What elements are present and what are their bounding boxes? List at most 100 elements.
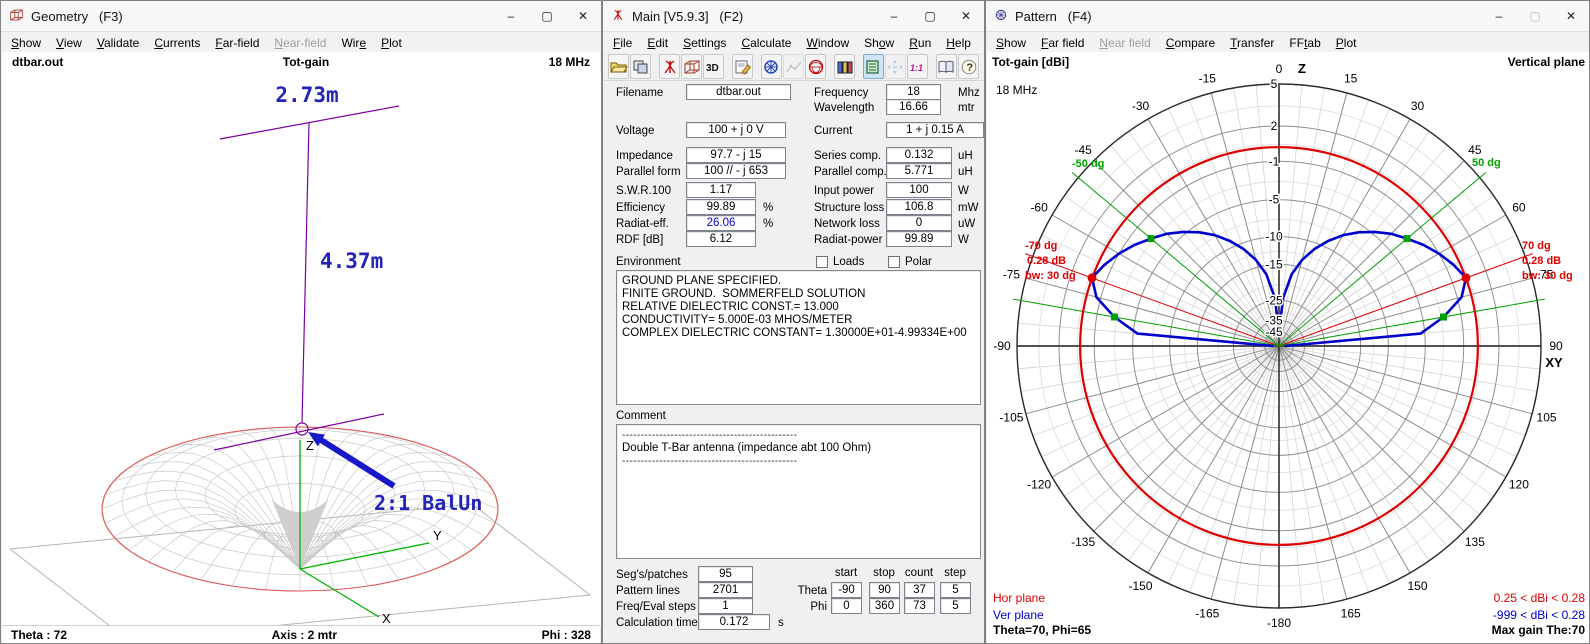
sweep-theta-step[interactable]: 5 [940, 582, 971, 598]
field-parallel-comp-value[interactable]: 5.771 [886, 163, 952, 179]
main-menu-settings[interactable]: Settings [683, 36, 726, 50]
toolbar-button-scale-1-1[interactable]: 1:1 [907, 54, 928, 79]
toolbar-button-smith-chart[interactable] [805, 54, 826, 79]
main-menu-file[interactable]: File [613, 36, 632, 50]
desktop: Geometry (F3) – ▢ ✕ Show View Validate Curr… [0, 0, 1590, 644]
pattern-menu-fftab[interactable]: FFtab [1289, 36, 1320, 50]
geometry-menu-show[interactable]: Show [11, 36, 41, 50]
environment-line: GROUND PLANE SPECIFIED. [622, 275, 975, 288]
pattern-titlebar[interactable]: Pattern (F4) – ▢ ✕ [986, 1, 1589, 32]
toolbar-button-optimizer[interactable] [834, 54, 855, 79]
sweep-header-stop: stop [867, 567, 901, 579]
field-frequency-unit: Mhz [958, 87, 980, 99]
toolbar-button-far-field-pattern[interactable] [761, 54, 782, 79]
field-input-power-value[interactable]: 100 [886, 182, 952, 198]
close-button[interactable]: ✕ [1553, 1, 1589, 31]
angle-label: -150 [1128, 579, 1152, 593]
geometry-menu-wire[interactable]: Wire [341, 36, 366, 50]
minimize-button[interactable]: – [876, 1, 912, 31]
pattern-menu-transfer[interactable]: Transfer [1230, 36, 1274, 50]
pattern-menu-far-field[interactable]: Far field [1041, 36, 1084, 50]
polar-plot-canvas[interactable]: 52-1-5-10-15-25-35-45-165-150-135-120-10… [987, 52, 1590, 644]
environment-line: RELATIVE DIELECTRIC CONST.= 13.000 [622, 301, 975, 314]
toolbar-button-help[interactable]: ? [958, 54, 979, 79]
field-wavelength-value[interactable]: 16.66 [886, 99, 941, 115]
main-menu-edit[interactable]: Edit [647, 36, 668, 50]
minimize-button[interactable]: – [1481, 1, 1517, 31]
angle-label: -165 [1195, 607, 1219, 621]
comment-line: ----------------------------------------… [622, 455, 975, 468]
toolbar-button-show-description[interactable] [936, 54, 957, 79]
field-parallel-form-value[interactable]: 100 // - j 653 [686, 163, 786, 179]
field-network-loss-value[interactable]: 0 [886, 215, 952, 231]
field-parallel-comp-unit: uH [958, 166, 973, 178]
maximize-button[interactable]: ▢ [529, 1, 565, 31]
field-structure-loss-value[interactable]: 106.8 [886, 199, 952, 215]
antenna-wires [214, 106, 399, 450]
sweep-phi-stop[interactable]: 360 [869, 598, 900, 614]
main-menu-help[interactable]: Help [946, 36, 971, 50]
field-series-comp-value[interactable]: 0.132 [886, 147, 952, 163]
sweep-theta-start[interactable]: -90 [831, 582, 862, 598]
sweep-theta-count[interactable]: 37 [904, 582, 935, 598]
minimize-button[interactable]: – [493, 1, 529, 31]
field-radiat-power-value[interactable]: 99.89 [886, 231, 952, 247]
field-efficiency-value[interactable]: 99.89 [686, 199, 756, 215]
geometry-menu-currents[interactable]: Currents [154, 36, 200, 50]
main-menu-window[interactable]: Window [806, 36, 849, 50]
toolbar-button-view-3d[interactable]: 3D [703, 54, 724, 79]
geometry-menu-validate[interactable]: Validate [97, 36, 140, 50]
sweep-theta-stop[interactable]: 90 [869, 582, 900, 598]
field-impedance-value[interactable]: 97.7 - j 15 [686, 147, 786, 163]
sweep-header-count: count [902, 567, 936, 579]
main-titlebar[interactable]: Main [V5.9.3] (F2) – ▢ ✕ [603, 1, 984, 32]
comment-textbox[interactable]: ----------------------------------------… [616, 424, 981, 559]
stat-seg-s-patches-value[interactable]: 95 [698, 566, 753, 582]
stat-freq-eval-steps-value[interactable]: 1 [698, 598, 753, 614]
beam-annotation: 0.28 dB [1027, 255, 1066, 267]
main-menu-calculate[interactable]: Calculate [741, 36, 791, 50]
close-button[interactable]: ✕ [565, 1, 601, 31]
main-menu-run[interactable]: Run [909, 36, 931, 50]
stat-pattern-lines-value[interactable]: 2701 [698, 582, 753, 598]
angle-label: 150 [1407, 579, 1427, 593]
sweep-phi-step[interactable]: 5 [940, 598, 971, 614]
maximize-button[interactable]: ▢ [1517, 1, 1553, 31]
svg-text:1:1: 1:1 [910, 63, 923, 73]
pattern-menu-show[interactable]: Show [996, 36, 1026, 50]
environment-line: FINITE GROUND. SOMMERFELD SOLUTION [622, 288, 975, 301]
toolbar-button-open-file[interactable] [608, 54, 629, 79]
geometry-3d-canvas[interactable]: XYZ2.73m4.37m2:1 BalUn [2, 72, 602, 627]
polar-checkbox[interactable] [888, 256, 900, 268]
ring-db-label: -45 [1265, 325, 1283, 339]
geometry-menu-view[interactable]: View [56, 36, 82, 50]
sweep-phi-start[interactable]: 0 [831, 598, 862, 614]
environment-textbox[interactable]: GROUND PLANE SPECIFIED.FINITE GROUND. SO… [616, 270, 981, 405]
pattern-menu-compare[interactable]: Compare [1166, 36, 1215, 50]
toolbar-button-save-copy[interactable] [630, 54, 651, 79]
field-filename-value[interactable]: dtbar.out [686, 84, 791, 100]
field-voltage-value[interactable]: 100 + j 0 V [686, 122, 786, 138]
field-current-value[interactable]: 1 + j 0.15 A [886, 122, 984, 138]
stat-calculation-time-value[interactable]: 0.172 [698, 614, 770, 630]
toolbar-button-edit-nec-file[interactable] [732, 54, 753, 79]
geometry-infobar: dtbar.out Tot-gain 18 MHz [2, 52, 600, 72]
main-menu-show[interactable]: Show [864, 36, 894, 50]
loads-checkbox[interactable] [816, 256, 828, 268]
sweep-phi-count[interactable]: 73 [904, 598, 935, 614]
geometry-titlebar[interactable]: Geometry (F3) – ▢ ✕ [1, 1, 601, 32]
field-s-w-r-100-value[interactable]: 1.17 [686, 182, 756, 198]
maximize-button[interactable]: ▢ [912, 1, 948, 31]
horizon-axis-label: XY [1545, 355, 1563, 370]
geometry-menu-plot[interactable]: Plot [381, 36, 402, 50]
field-radiat-eff-value[interactable]: 26.06 [686, 215, 756, 231]
field-frequency-value[interactable]: 18 [886, 84, 941, 100]
geometry-menu-far-field[interactable]: Far-field [215, 36, 259, 50]
toolbar-button-antenna-model[interactable] [659, 54, 680, 79]
pattern-menu-plot[interactable]: Plot [1336, 36, 1357, 50]
toolbar-button-output-data[interactable] [863, 54, 884, 79]
comment-line: Double T-Bar antenna (impedance abt 100 … [622, 442, 975, 455]
field-rdf-db-value[interactable]: 6.12 [686, 231, 756, 247]
close-button[interactable]: ✕ [948, 1, 984, 31]
toolbar-button-geometry-view[interactable] [681, 54, 702, 79]
